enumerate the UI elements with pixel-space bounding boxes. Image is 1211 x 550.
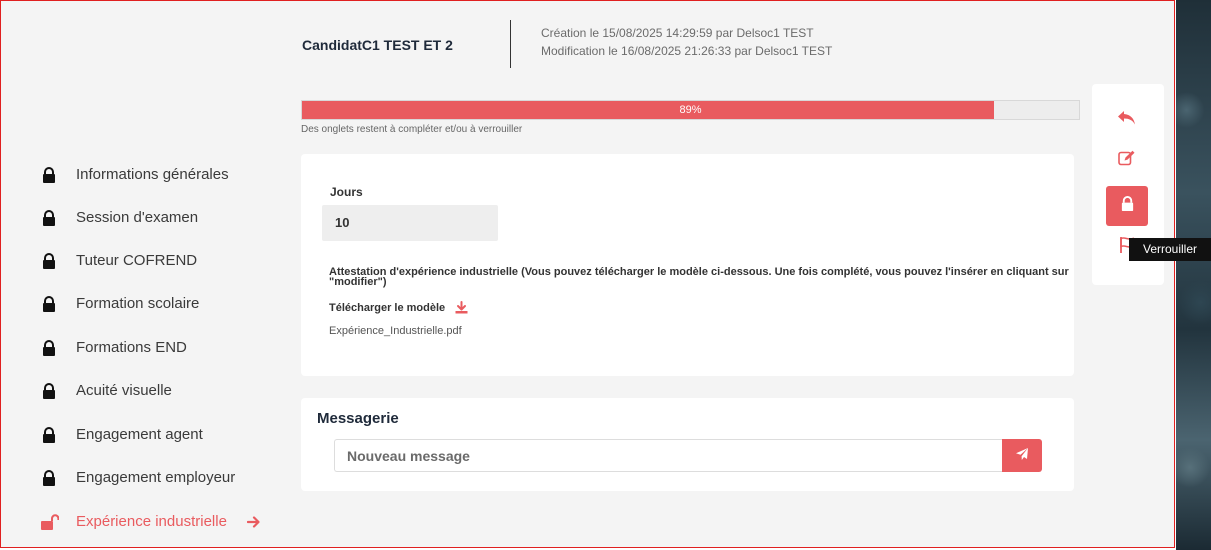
jours-value: 10 <box>322 205 498 241</box>
messaging-card: Messagerie <box>301 398 1074 491</box>
sidebar-item-formation-scolaire[interactable]: Formation scolaire <box>41 295 199 312</box>
sidebar-item-informations-generales[interactable]: Informations générales <box>41 166 229 183</box>
background-image <box>1176 0 1211 550</box>
jours-label: Jours <box>330 185 363 199</box>
sidebar-item-experience-industrielle[interactable]: Expérience industrielle <box>41 513 261 530</box>
attestation-label: Attestation d'expérience industrielle (V… <box>329 266 1069 288</box>
sidebar-item-label: Informations générales <box>76 166 229 183</box>
download-icon[interactable] <box>455 301 468 314</box>
header-divider <box>510 20 511 68</box>
lock-button[interactable] <box>1106 186 1148 226</box>
modified-info: Modification le 16/08/2025 21:26:33 par … <box>541 44 833 58</box>
lock-icon <box>41 252 57 269</box>
attachment-file-name[interactable]: Expérience_Industrielle.pdf <box>329 325 462 337</box>
completion-progress-bar: 89% <box>301 100 1080 120</box>
progress-note: Des onglets restent à compléter et/ou à … <box>301 124 523 135</box>
send-icon <box>1015 447 1029 464</box>
sidebar-item-label: Session d'examen <box>76 209 199 226</box>
sidebar-item-label: Formation scolaire <box>76 295 200 312</box>
lock-icon <box>41 166 57 183</box>
lock-icon <box>41 382 57 399</box>
sidebar-item-tuteur-cofrend[interactable]: Tuteur COFREND <box>41 252 197 269</box>
back-arrow-icon <box>1116 109 1138 132</box>
new-message-input[interactable] <box>334 439 1002 472</box>
download-template-link[interactable]: Télécharger le modèle <box>329 301 468 314</box>
form-card: Jours 10 Attestation d'expérience indust… <box>301 154 1074 376</box>
created-info: Création le 15/08/2025 14:29:59 par Dels… <box>541 26 814 40</box>
sidebar-item-engagement-agent[interactable]: Engagement agent <box>41 426 203 443</box>
sidebar-item-label: Formations END <box>76 339 187 356</box>
lock-tooltip: Verrouiller <box>1129 238 1211 261</box>
lock-icon <box>1120 196 1135 216</box>
arrow-right-icon <box>246 515 261 529</box>
app-frame: CandidatC1 TEST ET 2 Création le 15/08/2… <box>0 0 1175 548</box>
sidebar-item-session-examen[interactable]: Session d'examen <box>41 209 198 226</box>
send-message-button[interactable] <box>1002 439 1042 472</box>
candidate-name: CandidatC1 TEST ET 2 <box>302 37 453 53</box>
lock-icon <box>41 339 57 356</box>
sidebar-item-label: Acuité visuelle <box>76 382 172 399</box>
lock-icon <box>41 426 57 443</box>
sidebar-item-formations-end[interactable]: Formations END <box>41 339 187 356</box>
edit-icon <box>1118 150 1136 171</box>
sidebar-item-label: Tuteur COFREND <box>76 252 198 269</box>
sidebar-item-engagement-employeur[interactable]: Engagement employeur <box>41 469 235 486</box>
edit-button[interactable] <box>1114 149 1140 171</box>
sidebar-item-label: Engagement agent <box>76 426 203 443</box>
lock-icon <box>41 209 57 226</box>
messaging-title: Messagerie <box>317 410 399 427</box>
download-label: Télécharger le modèle <box>329 301 446 314</box>
unlock-icon <box>41 513 60 530</box>
sidebar-item-acuite-visuelle[interactable]: Acuité visuelle <box>41 382 172 399</box>
lock-icon <box>41 469 57 486</box>
sidebar-item-label: Engagement employeur <box>76 469 236 486</box>
back-button[interactable] <box>1114 109 1140 131</box>
sidebar-item-label: Expérience industrielle <box>76 513 227 530</box>
progress-label: 89% <box>679 104 702 116</box>
lock-icon <box>41 295 57 312</box>
record-metadata: Création le 15/08/2025 14:29:59 par Dels… <box>541 24 832 60</box>
